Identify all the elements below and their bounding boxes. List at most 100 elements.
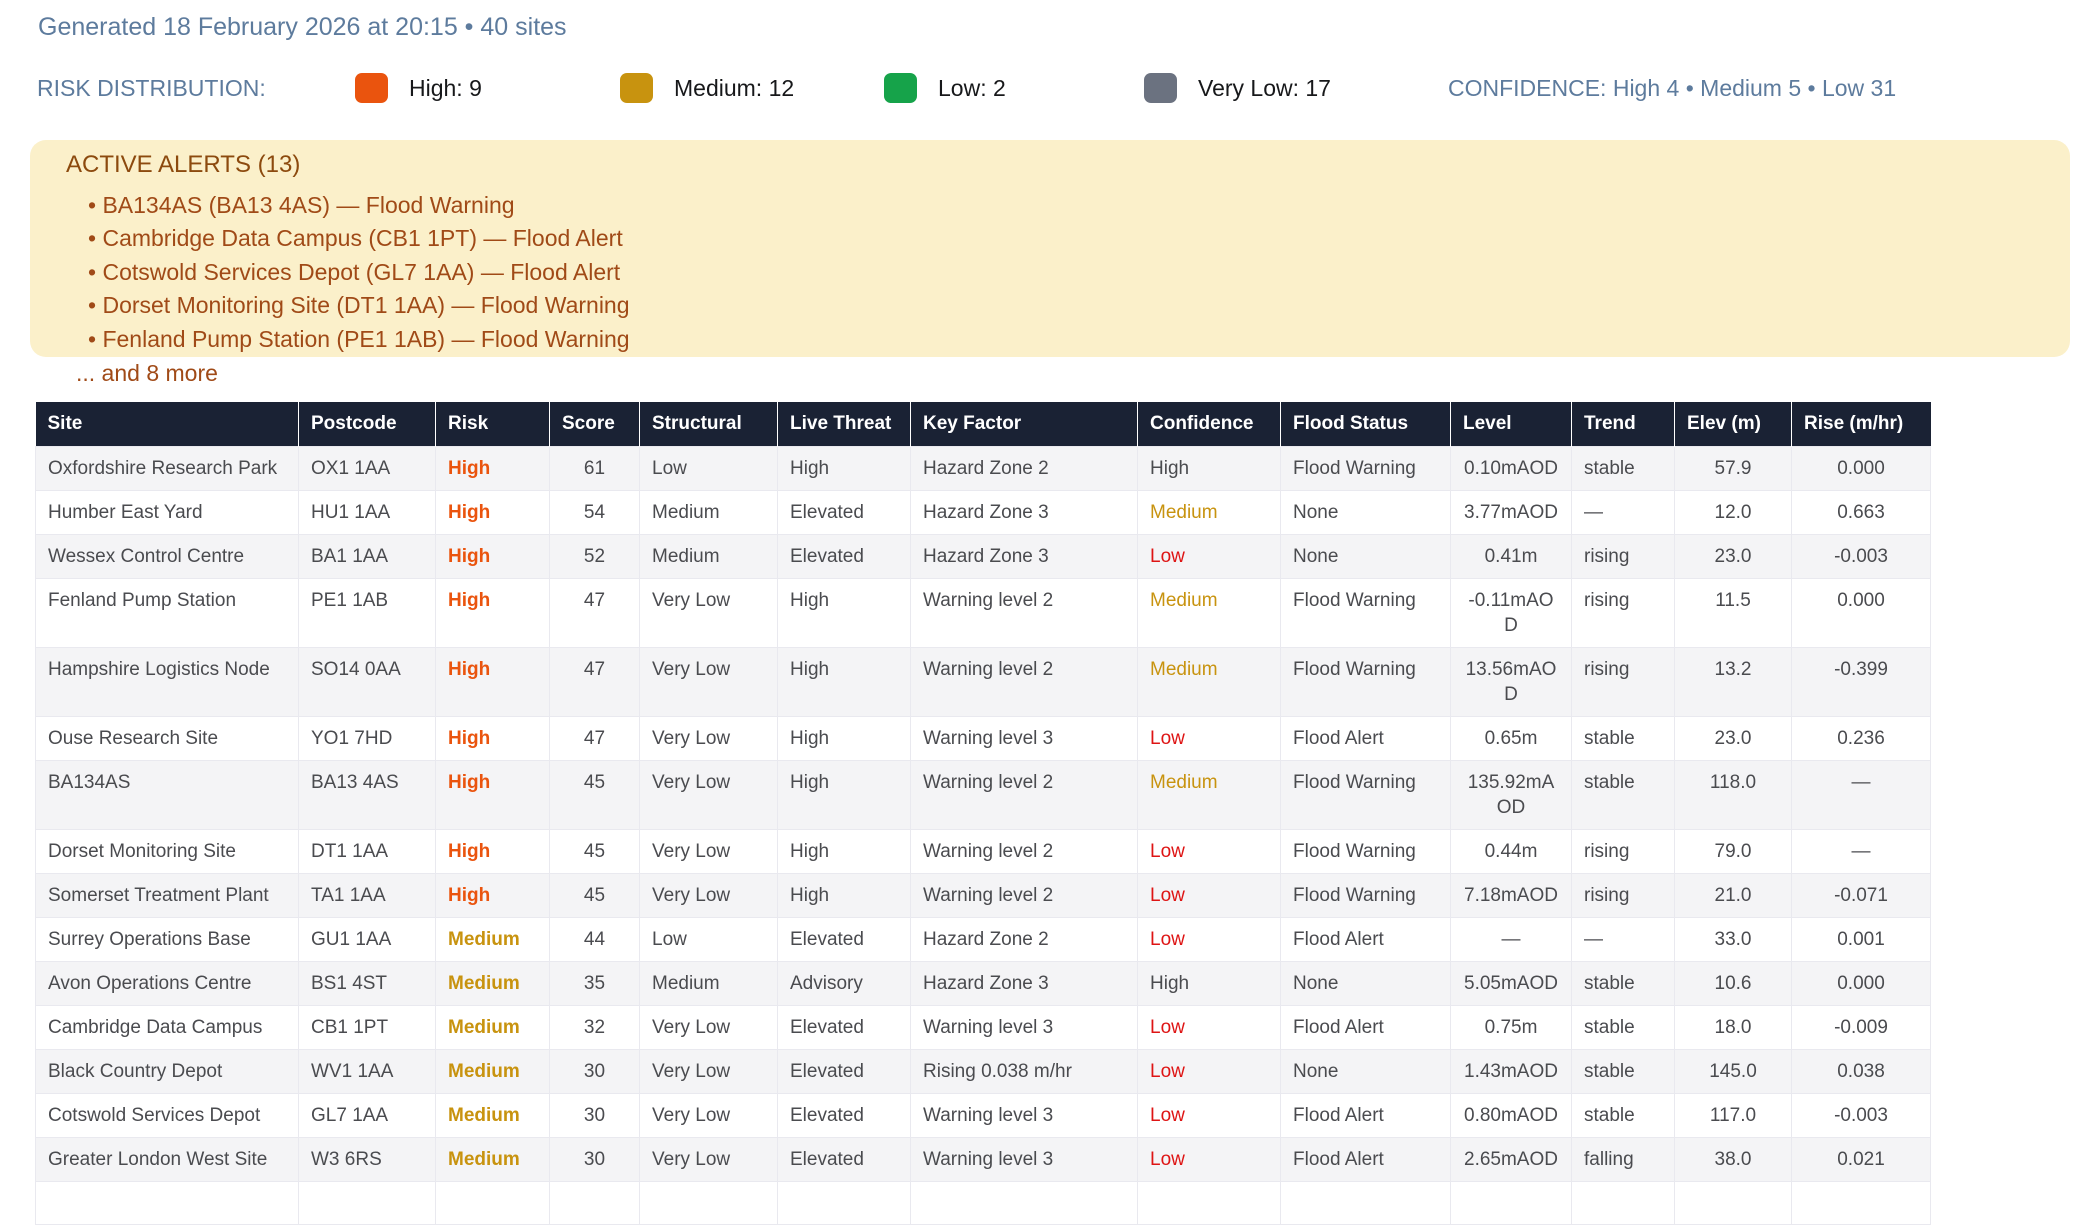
cell-site: Dorset Monitoring Site (36, 829, 299, 873)
cell-rise: -0.003 (1792, 534, 1931, 578)
cell-elev: 57.9 (1675, 446, 1792, 490)
cell-risk: Medium (436, 961, 550, 1005)
cell-level: -0.11mAOD (1451, 578, 1572, 647)
legend-item-label: High: 9 (409, 75, 482, 102)
cell-score: 47 (550, 578, 640, 647)
cell-elev: 79.0 (1675, 829, 1792, 873)
legend-item-label: Medium: 12 (674, 75, 794, 102)
cell-structural: Very Low (640, 578, 778, 647)
cell-rise: 0.000 (1792, 578, 1931, 647)
cell-live_threat: Elevated (778, 1049, 911, 1093)
cell-score: 45 (550, 873, 640, 917)
table-row: Ouse Research SiteYO1 7HDHigh47Very LowH… (36, 716, 1931, 760)
cell-confidence: Low (1138, 873, 1281, 917)
cell-confidence: Low (1138, 1137, 1281, 1181)
cell-score: 47 (550, 647, 640, 716)
cell-live_threat: High (778, 829, 911, 873)
table-row: Avon Operations CentreBS1 4STMedium35Med… (36, 961, 1931, 1005)
cell-rise: 0.001 (1792, 917, 1931, 961)
cell-level: 0.10mAOD (1451, 446, 1572, 490)
cell-trend: stable (1572, 760, 1675, 829)
cell-rise: 0.236 (1792, 716, 1931, 760)
cell-structural: Medium (640, 534, 778, 578)
cell-elev: 11.5 (1675, 578, 1792, 647)
cell-key_factor: Rising 0.038 m/hr (911, 1049, 1138, 1093)
cell-key_factor: Warning level 2 (911, 647, 1138, 716)
cell-rise: — (1792, 760, 1931, 829)
cell-score: 35 (550, 961, 640, 1005)
cell-elev: 23.0 (1675, 716, 1792, 760)
cell-structural: Medium (640, 490, 778, 534)
column-header-elev: Elev (m) (1675, 402, 1792, 446)
cell-postcode: CB1 1PT (299, 1005, 436, 1049)
cell-level: 0.80mAOD (1451, 1093, 1572, 1137)
cell-risk: High (436, 829, 550, 873)
cell-trend: rising (1572, 873, 1675, 917)
table-row: Somerset Treatment PlantTA1 1AAHigh45Ver… (36, 873, 1931, 917)
table-body: Oxfordshire Research ParkOX1 1AAHigh61Lo… (36, 446, 1931, 1224)
cell-score: 30 (550, 1137, 640, 1181)
cell-risk: High (436, 446, 550, 490)
cell-site: Humber East Yard (36, 490, 299, 534)
cell-level: 0.44m (1451, 829, 1572, 873)
alert-list: BA134AS (BA13 4AS) — Flood WarningCambri… (66, 189, 2070, 356)
table-row: Surrey Operations BaseGU1 1AAMedium44Low… (36, 917, 1931, 961)
cell-site (36, 1181, 299, 1224)
table-header-row: SitePostcodeRiskScoreStructuralLive Thre… (36, 402, 1931, 446)
cell-flood_status: None (1281, 534, 1451, 578)
cell-postcode: SO14 0AA (299, 647, 436, 716)
column-header-live_threat: Live Threat (778, 402, 911, 446)
table-row: Fenland Pump StationPE1 1ABHigh47Very Lo… (36, 578, 1931, 647)
generated-timestamp: Generated 18 February 2026 at 20:15 • 40… (38, 13, 567, 42)
legend-item-very-low: Very Low: 17 (1144, 73, 1331, 103)
cell-confidence (1138, 1181, 1281, 1224)
active-alerts-panel: ACTIVE ALERTS (13) BA134AS (BA13 4AS) — … (30, 140, 2070, 357)
cell-trend: falling (1572, 1137, 1675, 1181)
cell-site: BA134AS (36, 760, 299, 829)
cell-confidence: High (1138, 446, 1281, 490)
cell-flood_status: Flood Alert (1281, 1005, 1451, 1049)
table-row: Black Country DepotWV1 1AAMedium30Very L… (36, 1049, 1931, 1093)
medium-risk-swatch-icon (620, 73, 653, 103)
cell-elev: 13.2 (1675, 647, 1792, 716)
table-row: Greater London West SiteW3 6RSMedium30Ve… (36, 1137, 1931, 1181)
cell-flood_status: Flood Warning (1281, 873, 1451, 917)
cell-trend (1572, 1181, 1675, 1224)
alert-item: Cotswold Services Depot (GL7 1AA) — Floo… (88, 256, 2070, 289)
cell-live_threat: Elevated (778, 1005, 911, 1049)
risk-distribution-legend: RISK DISTRIBUTION: High: 9 Medium: 12 Lo… (0, 73, 2100, 103)
cell-flood_status: Flood Alert (1281, 917, 1451, 961)
cell-confidence: Low (1138, 829, 1281, 873)
cell-trend: rising (1572, 647, 1675, 716)
cell-elev: 118.0 (1675, 760, 1792, 829)
cell-trend: rising (1572, 578, 1675, 647)
cell-risk: High (436, 760, 550, 829)
cell-trend: stable (1572, 716, 1675, 760)
cell-postcode: PE1 1AB (299, 578, 436, 647)
cell-postcode: YO1 7HD (299, 716, 436, 760)
cell-rise: 0.038 (1792, 1049, 1931, 1093)
cell-key_factor: Warning level 2 (911, 760, 1138, 829)
cell-risk: High (436, 534, 550, 578)
legend-item-medium: Medium: 12 (620, 73, 794, 103)
cell-level: 0.41m (1451, 534, 1572, 578)
cell-rise: -0.009 (1792, 1005, 1931, 1049)
cell-key_factor: Hazard Zone 3 (911, 490, 1138, 534)
cell-structural: Very Low (640, 1005, 778, 1049)
column-header-rise: Rise (m/hr) (1792, 402, 1931, 446)
cell-key_factor: Warning level 3 (911, 1137, 1138, 1181)
cell-elev: 21.0 (1675, 873, 1792, 917)
cell-live_threat: Elevated (778, 1093, 911, 1137)
cell-rise: -0.399 (1792, 647, 1931, 716)
cell-confidence: Medium (1138, 490, 1281, 534)
cell-level: 0.75m (1451, 1005, 1572, 1049)
cell-trend: stable (1572, 446, 1675, 490)
cell-trend: stable (1572, 1049, 1675, 1093)
cell-score: 54 (550, 490, 640, 534)
cell-level: 135.92mAOD (1451, 760, 1572, 829)
cell-risk: Medium (436, 1137, 550, 1181)
cell-site: Surrey Operations Base (36, 917, 299, 961)
legend-item-label: Very Low: 17 (1198, 75, 1331, 102)
cell-key_factor: Warning level 3 (911, 716, 1138, 760)
cell-elev: 12.0 (1675, 490, 1792, 534)
